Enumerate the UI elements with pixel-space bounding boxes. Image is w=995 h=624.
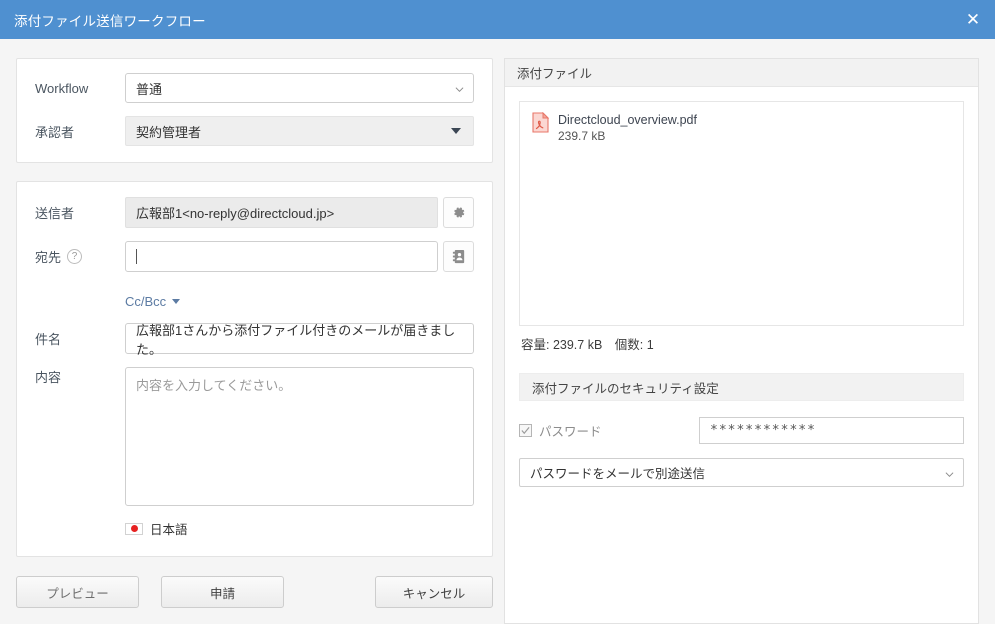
file-meta: Directcloud_overview.pdf 239.7 kB bbox=[558, 112, 697, 145]
window-title: 添付ファイル送信ワークフロー bbox=[14, 13, 206, 29]
sender-label: 送信者 bbox=[35, 206, 75, 221]
workflow-card: Workflow 普通 承認者 契約管理者 bbox=[16, 58, 493, 163]
preview-button[interactable]: プレビュー bbox=[16, 576, 139, 608]
chevron-down-icon bbox=[455, 87, 464, 93]
password-delivery-value: パスワードをメールで別途送信 bbox=[530, 467, 706, 481]
ccbcc-label: Cc/Bcc bbox=[125, 294, 167, 309]
password-row: パスワード ************ bbox=[519, 417, 964, 444]
file-name: Directcloud_overview.pdf bbox=[558, 113, 697, 127]
content-textarea[interactable]: 内容を入力してください。 bbox=[125, 367, 474, 506]
title-bar: 添付ファイル送信ワークフロー ✕ bbox=[0, 0, 995, 39]
cancel-button[interactable]: キャンセル bbox=[375, 576, 493, 608]
close-icon[interactable]: ✕ bbox=[951, 0, 995, 39]
to-input[interactable] bbox=[125, 241, 438, 272]
address-book-icon bbox=[452, 249, 464, 264]
approver-select[interactable]: 契約管理者 bbox=[125, 116, 474, 146]
sender-field: 広報部1<no-reply@directcloud.jp> bbox=[125, 197, 438, 228]
language-label: 日本語 bbox=[150, 523, 188, 537]
workflow-row: Workflow 普通 bbox=[35, 73, 474, 103]
attachments-panel-title: 添付ファイル bbox=[505, 59, 978, 87]
dialog-body: Workflow 普通 承認者 契約管理者 送信者 広報部1<no-reply@… bbox=[0, 39, 995, 624]
chevron-down-icon bbox=[945, 471, 954, 477]
to-label: 宛先 ? bbox=[35, 247, 125, 266]
approver-select-value: 契約管理者 bbox=[136, 124, 202, 140]
right-panel: 添付ファイル Directcloud_overview.pdf 239.7 kB bbox=[504, 58, 979, 624]
attachment-workflow-dialog: 添付ファイル送信ワークフロー ✕ Workflow 普通 承認者 契約管理者 送… bbox=[0, 0, 995, 624]
workflow-label: Workflow bbox=[35, 80, 89, 96]
password-checkbox[interactable] bbox=[519, 424, 532, 437]
attachments-summary: 容量: 239.7 kB 個数: 1 bbox=[521, 338, 654, 352]
attachment-list: Directcloud_overview.pdf 239.7 kB bbox=[520, 102, 963, 155]
check-icon bbox=[521, 426, 530, 435]
approver-row: 承認者 契約管理者 bbox=[35, 116, 474, 146]
ccbcc-toggle[interactable]: Cc/Bcc bbox=[125, 294, 181, 309]
left-column: Workflow 普通 承認者 契約管理者 送信者 広報部1<no-reply@… bbox=[16, 58, 493, 608]
file-size: 239.7 kB bbox=[558, 129, 606, 143]
chevron-down-icon bbox=[172, 299, 181, 304]
to-row: 宛先 ? bbox=[35, 241, 474, 272]
workflow-select[interactable]: 普通 bbox=[125, 73, 474, 103]
subject-label: 件名 bbox=[35, 332, 62, 347]
password-checkbox-label: パスワード bbox=[539, 425, 602, 439]
text-caret bbox=[136, 249, 137, 264]
sender-settings-button[interactable] bbox=[443, 197, 474, 228]
approver-label: 承認者 bbox=[35, 124, 75, 140]
pdf-file-icon bbox=[532, 112, 549, 133]
to-label-text: 宛先 bbox=[35, 250, 62, 265]
triangle-down-icon bbox=[451, 128, 461, 134]
subject-input[interactable]: 広報部1さんから添付ファイル付きのメールが届きました。 bbox=[125, 323, 474, 357]
attachments-box: Directcloud_overview.pdf 239.7 kB bbox=[519, 101, 964, 326]
footer-buttons: プレビュー 申請 キャンセル bbox=[16, 576, 493, 608]
workflow-select-value: 普通 bbox=[136, 81, 163, 97]
list-item[interactable]: Directcloud_overview.pdf 239.7 kB bbox=[532, 112, 951, 145]
sender-row: 送信者 広報部1<no-reply@directcloud.jp> bbox=[35, 197, 474, 228]
mail-card: 送信者 広報部1<no-reply@directcloud.jp> 宛先 ? C… bbox=[16, 181, 493, 557]
help-icon[interactable]: ? bbox=[67, 249, 83, 264]
content-row: 内容 内容を入力してください。 bbox=[35, 367, 474, 506]
apply-button[interactable]: 申請 bbox=[161, 576, 284, 608]
address-book-button[interactable] bbox=[443, 241, 474, 272]
security-panel-title: 添付ファイルのセキュリティ設定 bbox=[519, 373, 964, 401]
content-label: 内容 bbox=[35, 370, 62, 385]
language-indicator: 日本語 bbox=[125, 519, 474, 538]
password-input[interactable]: ************ bbox=[699, 417, 964, 444]
japan-flag-icon bbox=[125, 522, 143, 535]
subject-row: 件名 広報部1さんから添付ファイル付きのメールが届きました。 bbox=[35, 323, 474, 357]
password-delivery-select[interactable]: パスワードをメールで別途送信 bbox=[519, 458, 964, 487]
gear-icon bbox=[454, 207, 465, 218]
